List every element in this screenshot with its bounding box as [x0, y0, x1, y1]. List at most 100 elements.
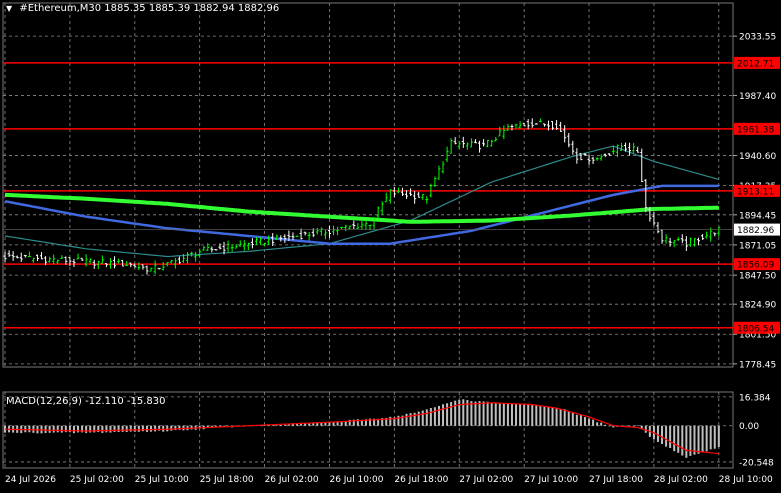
time-tick-label: 26 Jul 18:00 — [394, 475, 448, 485]
macd-histogram-bar — [502, 403, 505, 426]
macd-histogram-bar — [437, 405, 440, 426]
macd-histogram-bar — [669, 425, 672, 449]
macd-histogram-bar — [583, 417, 586, 426]
chart-info-bar: ▼ #Ethereum,M30 1885.35 1885.39 1882.94 … — [6, 3, 279, 14]
macd-histogram-bar — [421, 410, 424, 426]
price-tick-label: 1894.45 — [739, 211, 776, 221]
macd-histogram-bar — [559, 409, 562, 426]
macd-histogram-bar — [515, 404, 518, 426]
macd-histogram-bar — [588, 418, 591, 426]
macd-histogram-bar — [32, 425, 35, 433]
macd-histogram-bar — [113, 425, 116, 432]
macd-histogram-bar — [482, 401, 485, 426]
macd-histogram-bar — [571, 412, 574, 426]
macd-histogram-bar — [442, 404, 445, 426]
time-tick-label: 27 Jul 10:00 — [524, 475, 578, 485]
time-tick-label: 25 Jul 02:00 — [70, 475, 124, 485]
macd-histogram-bar — [717, 425, 720, 447]
macd-histogram-bar — [697, 425, 700, 454]
macd-histogram-bar — [661, 425, 664, 444]
macd-histogram-bar — [535, 404, 538, 426]
macd-histogram-bar — [713, 425, 716, 449]
macd-histogram-bar — [510, 403, 513, 426]
macd-histogram-bar — [551, 407, 554, 426]
macd-histogram-bar — [56, 425, 59, 433]
macd-histogram-bar — [145, 425, 148, 432]
macd-histogram-bar — [523, 403, 526, 426]
time-tick-label: 25 Jul 18:00 — [200, 475, 254, 485]
macd-histogram-bar — [137, 425, 140, 432]
time-tick-label: 27 Jul 18:00 — [589, 475, 643, 485]
macd-histogram-bar — [454, 400, 457, 426]
macd-histogram-bar — [283, 424, 286, 426]
price-tick-label: 1778.45 — [739, 360, 776, 370]
macd-histogram-bar — [673, 425, 676, 452]
macd-histogram-bar — [44, 425, 47, 434]
time-tick-label: 26 Jul 02:00 — [265, 475, 319, 485]
macd-histogram-bar — [486, 401, 489, 426]
macd-histogram-bar — [555, 407, 558, 426]
macd-histogram-bar — [543, 406, 546, 426]
macd-histogram-bar — [429, 408, 432, 426]
level-price-label: 1856.09 — [737, 261, 774, 271]
macd-histogram-bar — [52, 425, 55, 433]
macd-histogram-bar — [705, 425, 708, 452]
macd-histogram-bar — [150, 425, 153, 432]
macd-histogram-bar — [527, 403, 530, 426]
menu-triangle-icon[interactable]: ▼ — [6, 4, 12, 13]
macd-histogram-bar — [539, 406, 542, 426]
level-price-label: 2012.71 — [737, 59, 774, 69]
time-tick-label: 28 Jul 10:00 — [719, 475, 773, 485]
macd-histogram-bar — [494, 403, 497, 426]
macd-histogram-bar — [498, 403, 501, 426]
macd-histogram-bar — [332, 422, 335, 426]
macd-histogram-bar — [656, 425, 659, 442]
macd-histogram-bar — [433, 407, 436, 426]
macd-histogram-bar — [129, 425, 132, 432]
macd-histogram-bar — [685, 425, 688, 458]
macd-histogram-bar — [279, 424, 282, 426]
macd-tick-label: -20.548 — [739, 458, 774, 468]
macd-signal-line — [4, 402, 719, 455]
macd-histogram-bar — [478, 401, 481, 426]
price-tick-label: 2033.55 — [739, 33, 776, 43]
ohlc-values: 1885.35 1885.39 1882.94 1882.96 — [104, 3, 280, 14]
macd-histogram-bar — [563, 409, 566, 426]
macd-histogram-bar — [446, 403, 449, 426]
macd-histogram-bar — [72, 425, 75, 434]
macd-histogram-bar — [579, 415, 582, 426]
time-tick-label: 27 Jul 02:00 — [459, 475, 513, 485]
macd-histogram-bar — [85, 425, 88, 433]
macd-histogram-bar — [632, 425, 635, 427]
macd-histogram-bar — [389, 416, 392, 426]
macd-histogram-bar — [490, 402, 493, 426]
time-tick-label: 26 Jul 10:00 — [329, 475, 383, 485]
macd-histogram-bar — [608, 425, 611, 427]
macd-histogram-bar — [506, 403, 509, 426]
symbol-timeframe: #Ethereum,M30 — [19, 3, 102, 14]
macd-histogram-bar — [470, 401, 473, 426]
macd-histogram-bar — [592, 419, 595, 426]
macd-tick-label: 0.00 — [739, 422, 759, 432]
time-tick-label: 25 Jul 10:00 — [135, 475, 189, 485]
chart-window[interactable]: 2033.551987.401940.601917.351894.451871.… — [0, 0, 781, 489]
level-price-label: 1961.38 — [737, 125, 774, 135]
macd-histogram-bar — [701, 425, 704, 452]
level-price-label: 1913.11 — [737, 187, 774, 197]
macd-histogram-bar — [677, 425, 680, 453]
macd-histogram-bar — [636, 425, 639, 426]
macd-histogram-bar — [462, 399, 465, 426]
macd-histogram-bar — [474, 401, 477, 426]
moving-average-long-line — [4, 192, 719, 224]
macd-histogram-bar — [48, 425, 51, 433]
macd-histogram-bar — [28, 425, 31, 433]
price-tick-label: 1847.50 — [739, 272, 776, 282]
macd-indicator-label: MACD(12,26,9) -12.110 -15.830 — [6, 396, 166, 407]
macd-histogram-bar — [101, 425, 104, 433]
price-chart[interactable]: 2033.551987.401940.601917.351894.451871.… — [0, 0, 781, 489]
macd-histogram-bar — [567, 411, 570, 426]
macd-histogram-bar — [109, 425, 112, 433]
price-pane-frame — [2, 2, 734, 368]
macd-histogram-bar — [24, 425, 27, 433]
macd-histogram-bar — [417, 411, 420, 426]
